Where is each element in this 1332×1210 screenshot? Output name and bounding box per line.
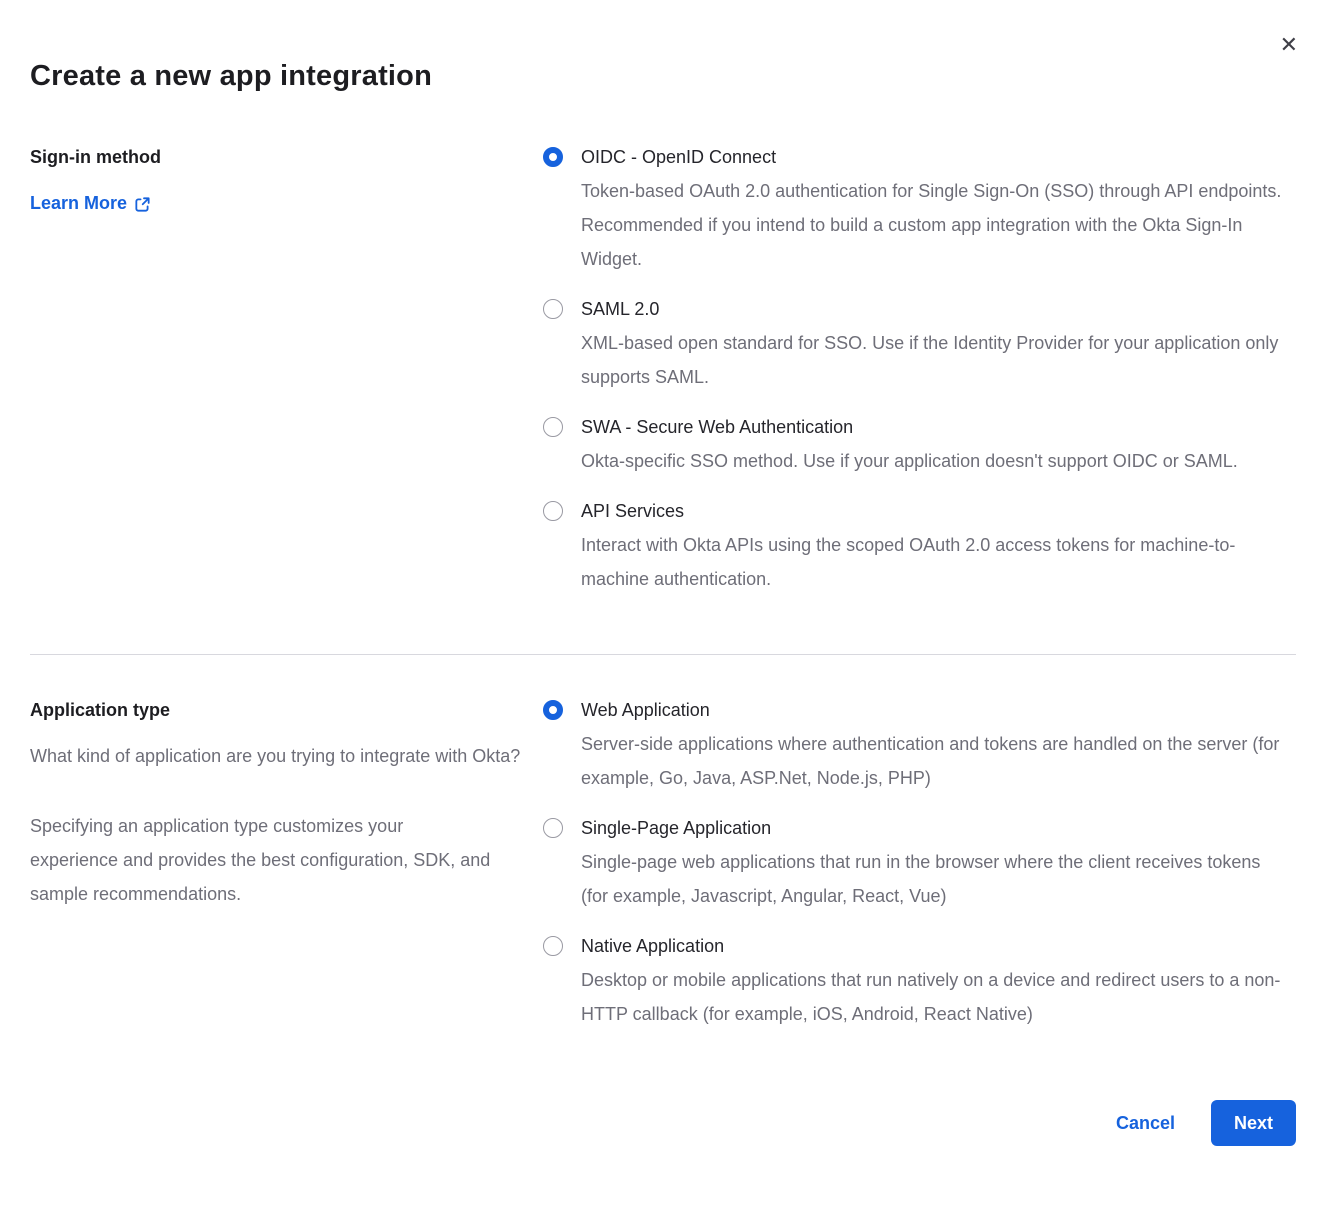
radio-option-native-application[interactable]: Native Application Desktop or mobile app… [543,929,1296,1031]
option-description: Server-side applications where authentic… [581,727,1296,795]
application-type-label: Application type [30,693,543,727]
radio-unselected-icon[interactable] [543,818,563,838]
radio-selected-icon[interactable] [543,147,563,167]
option-description: Single-page web applications that run in… [581,845,1261,913]
radio-selected-icon[interactable] [543,700,563,720]
application-type-section: Application type What kind of applicatio… [30,693,1296,1047]
option-description: Okta-specific SSO method. Use if your ap… [581,444,1238,478]
next-button[interactable]: Next [1211,1100,1296,1146]
signin-method-left-column: Sign-in method Learn More [30,140,543,612]
application-type-question: What kind of application are you trying … [30,739,530,773]
option-description: XML-based open standard for SSO. Use if … [581,326,1296,394]
signin-method-label: Sign-in method [30,140,543,174]
option-label: Single-Page Application [581,811,1261,845]
option-label: API Services [581,494,1286,528]
option-label: Web Application [581,693,1296,727]
radio-option-saml[interactable]: SAML 2.0 XML-based open standard for SSO… [543,292,1296,394]
option-label: Native Application [581,929,1286,963]
radio-option-single-page-application[interactable]: Single-Page Application Single-page web … [543,811,1296,913]
application-type-options: Web Application Server-side applications… [543,693,1296,1047]
dialog-footer: Cancel Next [30,1100,1296,1146]
option-label: SAML 2.0 [581,292,1296,326]
page-title: Create a new app integration [30,58,1296,94]
close-icon[interactable]: ✕ [1280,34,1298,56]
radio-unselected-icon[interactable] [543,501,563,521]
external-link-icon [134,194,151,213]
create-app-integration-dialog: ✕ Create a new app integration Sign-in m… [0,0,1332,1210]
option-description: Interact with Okta APIs using the scoped… [581,528,1286,596]
section-divider [30,654,1296,655]
learn-more-link[interactable]: Learn More [30,186,151,220]
application-type-help-text: Specifying an application type customize… [30,809,495,911]
option-description: Desktop or mobile applications that run … [581,963,1286,1031]
option-description: Token-based OAuth 2.0 authentication for… [581,174,1296,276]
radio-unselected-icon[interactable] [543,417,563,437]
radio-unselected-icon[interactable] [543,299,563,319]
signin-method-section: Sign-in method Learn More [30,140,1296,612]
cancel-button[interactable]: Cancel [1116,1113,1175,1134]
radio-option-oidc[interactable]: OIDC - OpenID Connect Token-based OAuth … [543,140,1296,276]
option-label: OIDC - OpenID Connect [581,140,1296,174]
learn-more-label: Learn More [30,186,127,220]
radio-option-web-application[interactable]: Web Application Server-side applications… [543,693,1296,795]
radio-option-api-services[interactable]: API Services Interact with Okta APIs usi… [543,494,1296,596]
radio-unselected-icon[interactable] [543,936,563,956]
signin-method-options: OIDC - OpenID Connect Token-based OAuth … [543,140,1296,612]
option-label: SWA - Secure Web Authentication [581,410,1238,444]
radio-option-swa[interactable]: SWA - Secure Web Authentication Okta-spe… [543,410,1296,478]
application-type-left-column: Application type What kind of applicatio… [30,693,543,1047]
